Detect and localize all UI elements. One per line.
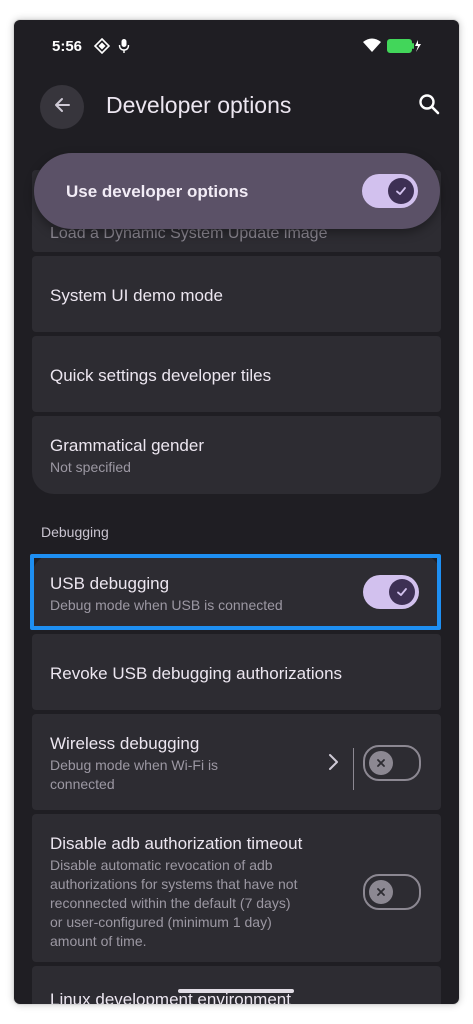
search-icon [418,94,440,119]
back-button[interactable] [40,85,84,129]
list-item-summary-line2: connected [50,776,115,792]
close-icon [369,751,393,775]
list-item-revoke-usb-authorizations[interactable]: Revoke USB debugging authorizations [32,634,441,710]
search-button[interactable] [418,93,442,117]
chevron-right-icon [327,753,339,776]
list-item-summary-line1: Disable automatic revocation of adb [50,857,273,873]
list-item-grammatical-gender[interactable]: Grammatical gender Not specified [32,416,441,494]
section-header-debugging: Debugging [41,524,109,540]
adb-timeout-switch[interactable] [363,874,421,910]
use-developer-options-bar[interactable]: Use developer options [34,153,440,229]
microphone-icon [118,38,130,59]
list-item-linux-dev-environment[interactable]: Linux development environment [32,966,441,1004]
list-item-label: System UI demo mode [50,286,223,305]
phone-screen: 5:56 Developer options Load a Dynamic Sy… [14,20,459,1004]
list-item-wireless-debugging[interactable]: Wireless debugging Debug mode when Wi-Fi… [32,714,441,810]
checkmark-icon [388,178,414,204]
list-item-summary-line1: Debug mode when Wi-Fi is [50,757,219,773]
list-item-quick-settings-tiles[interactable]: Quick settings developer tiles [32,336,441,412]
top-app-bar: Developer options [14,80,459,144]
battery-charging-icon [387,39,421,58]
list-item-label: Revoke USB debugging authorizations [50,664,343,683]
list-item-summary-line3: reconnected within the default (7 days) [50,895,291,911]
list-item-summary: Not specified [50,459,131,475]
list-item-label: Disable adb authorization timeout [50,834,303,853]
list-item-summary-line2: authorizations for systems that have not [50,876,298,892]
status-bar: 5:56 [14,20,459,76]
home-indicator[interactable] [178,989,294,993]
status-time: 5:56 [52,38,83,55]
close-icon [369,880,393,904]
divider [353,748,354,790]
list-item-system-ui-demo-mode[interactable]: System UI demo mode [32,256,441,332]
wifi-icon [362,37,382,58]
arrow-left-icon [52,95,72,120]
diamond-signal-icon [93,37,111,59]
list-item-label: Grammatical gender [50,436,205,455]
list-item-label: Wireless debugging [50,734,200,753]
list-item-disable-adb-timeout[interactable]: Disable adb authorization timeout Disabl… [32,814,441,962]
master-switch-label: Use developer options [66,182,249,201]
page-title: Developer options [106,92,292,118]
list-item-summary-line5: amount of time. [50,933,147,949]
list-item-label: Quick settings developer tiles [50,366,272,385]
use-developer-options-switch[interactable] [362,174,418,208]
highlight-box [30,554,441,630]
list-item-summary-line4: or user-configured (minimum 1 day) [50,914,272,930]
wireless-debugging-switch[interactable] [363,745,421,781]
